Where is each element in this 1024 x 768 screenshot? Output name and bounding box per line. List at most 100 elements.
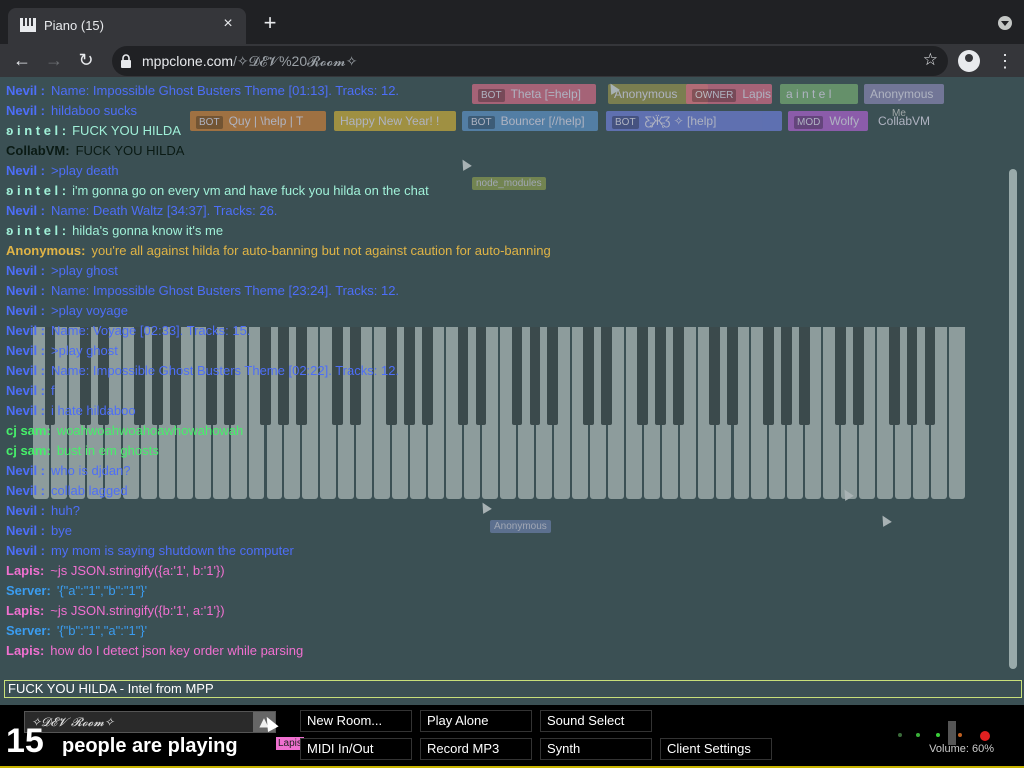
tab-search-icon[interactable] [998,16,1012,30]
black-key[interactable] [511,327,523,425]
black-key[interactable] [529,327,541,425]
user-badge[interactable]: BOT Theta [=help] [472,84,596,104]
chat-message: Nevil : >play ghost [6,263,118,281]
new-tab-button[interactable]: + [258,12,282,36]
chat-author: Nevil : [6,403,46,418]
reload-icon[interactable]: ↻ [74,48,98,72]
black-key[interactable] [727,327,738,425]
user-badge[interactable]: Happy New Year! ! [334,111,456,131]
black-key[interactable] [852,327,864,425]
user-badge[interactable]: BOT Ƹ̵̡Ӝ̵̨̄Ʒ ✧ [help] [606,111,782,131]
volume-indicator [898,733,902,737]
piano-keyboard[interactable] [32,327,966,499]
chat-author: CollabVM: [6,143,70,158]
play-alone-button[interactable]: Play Alone [420,710,532,732]
black-key[interactable] [673,327,684,425]
chat-message: Lapis: ~js JSON.stringify({a:'1', b:'1'}) [6,563,225,581]
black-key[interactable] [924,327,936,425]
lock-icon [121,54,131,68]
volume-slider[interactable] [948,721,956,745]
chat-author: Server: [6,583,51,598]
black-key[interactable] [583,327,595,425]
volume-knob[interactable] [980,731,990,741]
user-role-tag: BOT [468,116,495,129]
chat-author: Nevil : [6,383,46,398]
tab-bar: Piano (15) × + [0,0,1024,44]
chat-message: Server: '{"b":"1","a":"1"}' [6,623,147,641]
chat-author: Nevil : [6,103,46,118]
bookmark-star-icon[interactable]: ☆ [923,50,938,70]
close-icon[interactable]: × [218,14,238,34]
cursor-tag: node_modules [472,177,546,190]
bottom-bar: ✧𝓓𝓔𝓥 𝓡𝓸𝓸𝓶✧ ▲ 15 people are playing Lapis… [0,705,1024,768]
user-badge[interactable]: BOT Quy | \help | T [190,111,326,131]
user-role-tag: BOT [612,116,639,129]
user-name: Wolfy [829,114,860,128]
sound-select-button[interactable]: Sound Select [540,710,652,732]
record-mp3-button[interactable]: Record MP3 [420,738,532,760]
black-key[interactable] [709,327,720,425]
black-key[interactable] [906,327,918,425]
forward-icon[interactable]: → [42,48,66,72]
black-key[interactable] [601,327,613,425]
black-key[interactable] [888,327,900,425]
synth-button[interactable]: Synth [540,738,652,760]
user-badge[interactable]: a i n t e l [780,84,858,104]
user-role-tag: BOT [196,116,223,129]
midi-button[interactable]: MIDI In/Out [300,738,412,760]
black-key[interactable] [457,327,469,425]
chat-author: Lapis: [6,643,45,658]
profile-icon[interactable] [958,50,980,72]
black-key[interactable] [798,327,810,425]
chat-text: f [51,383,55,398]
piano-icon [20,18,36,32]
black-key[interactable] [834,327,846,425]
chat-message: CollabVM: FUCK YOU HILDA [6,143,184,161]
menu-icon[interactable]: ⋮ [996,50,1014,72]
chat-input[interactable]: FUCK YOU HILDA - Intel from MPP [4,680,1022,698]
chat-text: >play ghost [51,263,118,278]
chat-text: bye [51,523,72,538]
chat-author: Nevil : [6,503,46,518]
chat-author: Nevil : [6,83,46,98]
white-key[interactable] [949,327,965,499]
user-name: Anonymous [870,87,934,101]
back-icon[interactable]: ← [10,48,34,72]
chat-text: i hate hildaboo [51,403,136,418]
chat-text: ~js JSON.stringify({b:'1', a:'1'}) [50,603,225,618]
user-badge[interactable]: OWNER Lapis [686,84,772,104]
cursor-tag: Me [892,108,906,119]
user-badge[interactable]: BOT Bouncer [//help] [462,111,598,131]
black-key[interactable] [655,327,667,425]
chat-author: Nevil : [6,323,46,338]
url-text: mppclone.com/✧𝓓𝓔𝓥%20𝓡𝓸𝓸𝓶✧ [142,53,357,70]
black-key[interactable] [475,327,487,425]
black-key[interactable] [637,327,649,425]
chat-message: Anonymous: you're all against hilda for a… [6,243,551,261]
chat-author: ʚ i n t e l : [6,223,67,238]
scrollbar-thumb[interactable] [1009,169,1017,669]
chat-text: hildaboo sucks [51,103,138,118]
chat-text: i'm gonna go on every vm and have fuck y… [72,183,429,198]
chat-author: Lapis: [6,563,45,578]
chat-text: Name: Impossible Ghost Busters Theme [01… [51,83,400,98]
chat-scrollbar[interactable] [1006,77,1020,677]
chat-text: bust in em ghosts [56,443,159,458]
chat-message: Nevil : Name: Impossible Ghost Busters Th… [6,83,399,101]
new-room-button[interactable]: New Room... [300,710,412,732]
address-bar[interactable]: mppclone.com/✧𝓓𝓔𝓥%20𝓡𝓸𝓸𝓶✧ ☆ [112,46,948,76]
black-key[interactable] [403,327,415,425]
piano-page: BOT Theta [=help] Anonymous OWNER Lapis a i n… [0,77,1024,768]
browser-tab[interactable]: Piano (15) × [8,8,246,44]
browser-toolbar: ← → ↻ mppclone.com/✧𝓓𝓔𝓥%20𝓡𝓸𝓸𝓶✧ ☆ ⋮ [0,44,1024,77]
black-key[interactable] [763,327,774,425]
black-key[interactable] [780,327,792,425]
chat-text: collab lagged [51,483,128,498]
client-settings-button[interactable]: Client Settings [660,738,772,760]
black-key[interactable] [421,327,433,425]
user-badge[interactable]: Anonymous [864,84,944,104]
black-key[interactable] [547,327,559,425]
room-select[interactable]: ✧𝓓𝓔𝓥 𝓡𝓸𝓸𝓶✧ ▲ [24,711,276,733]
user-badge[interactable]: MOD Wolfy [788,111,868,131]
chat-author: Server: [6,623,51,638]
